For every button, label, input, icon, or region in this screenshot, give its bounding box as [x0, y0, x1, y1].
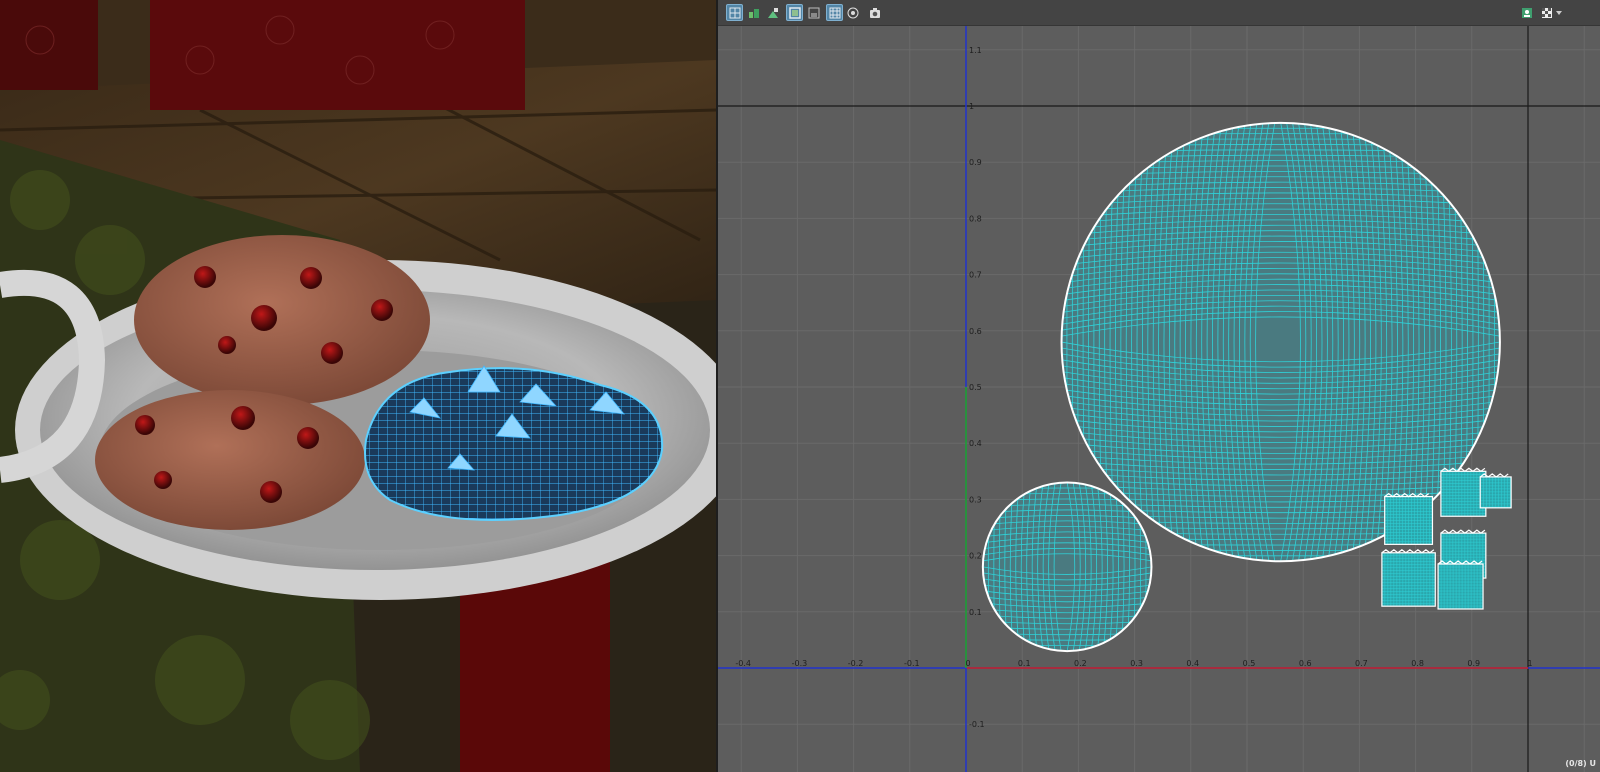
uv-editor-panel[interactable]: -0.4 -0.3 -0.2 -0.1 0 0.1 0.2 0.3 0.4 0.5 0.6 0.7 0.…: [718, 0, 1600, 772]
y-tick-label: 0.4: [969, 439, 982, 448]
x-tick-label: -0.4: [735, 659, 751, 668]
uv-texture-frame-icon[interactable]: [786, 4, 803, 21]
uv-pivot-icon[interactable]: [844, 4, 861, 21]
cookie-top-shell[interactable]: [1061, 122, 1500, 562]
x-tick-label: 0.3: [1130, 659, 1143, 668]
y-tick-label: 0.7: [969, 271, 982, 280]
chip-shell-6[interactable]: [1437, 560, 1484, 610]
y-tick-label: 1: [969, 102, 974, 111]
perspective-viewport[interactable]: [0, 0, 716, 772]
uv-shell-green-icon[interactable]: [745, 4, 762, 21]
y-tick-label: 0.5: [969, 383, 982, 392]
x-tick-label: 0.8: [1411, 659, 1424, 668]
uv-checker-icon[interactable]: [1538, 4, 1555, 21]
x-tick-label: 0.2: [1074, 659, 1087, 668]
chip-shell-3[interactable]: [1479, 473, 1512, 509]
uv-snapshot-icon[interactable]: [866, 4, 883, 21]
uv-grid-toggle-icon[interactable]: [726, 4, 743, 21]
x-tick-label: 0.7: [1355, 659, 1368, 668]
y-tick-label: 0.1: [969, 608, 982, 617]
viewport-scene: [0, 0, 716, 772]
x-tick-label: 0.6: [1299, 659, 1312, 668]
y-tick-label: 0.8: [969, 214, 982, 223]
chip-shell-5[interactable]: [1381, 549, 1436, 607]
x-tick-label: 1: [1527, 659, 1532, 668]
x-tick-label: -0.2: [848, 659, 864, 668]
uv-shell-alt-icon[interactable]: [764, 4, 781, 21]
x-tick-label: -0.3: [792, 659, 808, 668]
y-tick-label: 0.3: [969, 495, 982, 504]
uv-toolbar: [718, 0, 1600, 26]
y-tick-label: 0.9: [969, 158, 982, 167]
x-tick-label: -0.1: [904, 659, 920, 668]
uv-dropdown-arrow-icon[interactable]: [1554, 4, 1564, 21]
uv-frame-alt-icon[interactable]: [805, 4, 822, 21]
chip-shell-1[interactable]: [1384, 492, 1434, 545]
x-tick-label: 0.1: [1018, 659, 1031, 668]
chip-shell-2[interactable]: [1440, 467, 1487, 517]
uv-canvas[interactable]: -0.4 -0.3 -0.2 -0.1 0 0.1 0.2 0.3 0.4 0.5 0.6 0.7 0.…: [718, 26, 1600, 772]
x-tick-label: 0.9: [1467, 659, 1480, 668]
y-tick-label: 1.1: [969, 46, 982, 55]
y-tick-label: 0.6: [969, 327, 982, 336]
uv-image-display-icon[interactable]: [1518, 4, 1535, 21]
uv-status-readout: (0/8) U: [1565, 759, 1596, 768]
uv-grid-snap-icon[interactable]: [826, 4, 843, 21]
x-tick-label: 0.4: [1186, 659, 1199, 668]
x-tick-label: 0: [965, 659, 970, 668]
y-tick-label: 0.2: [969, 552, 982, 561]
x-tick-label: 0.5: [1243, 659, 1256, 668]
y-tick-label: -0.1: [969, 720, 985, 729]
